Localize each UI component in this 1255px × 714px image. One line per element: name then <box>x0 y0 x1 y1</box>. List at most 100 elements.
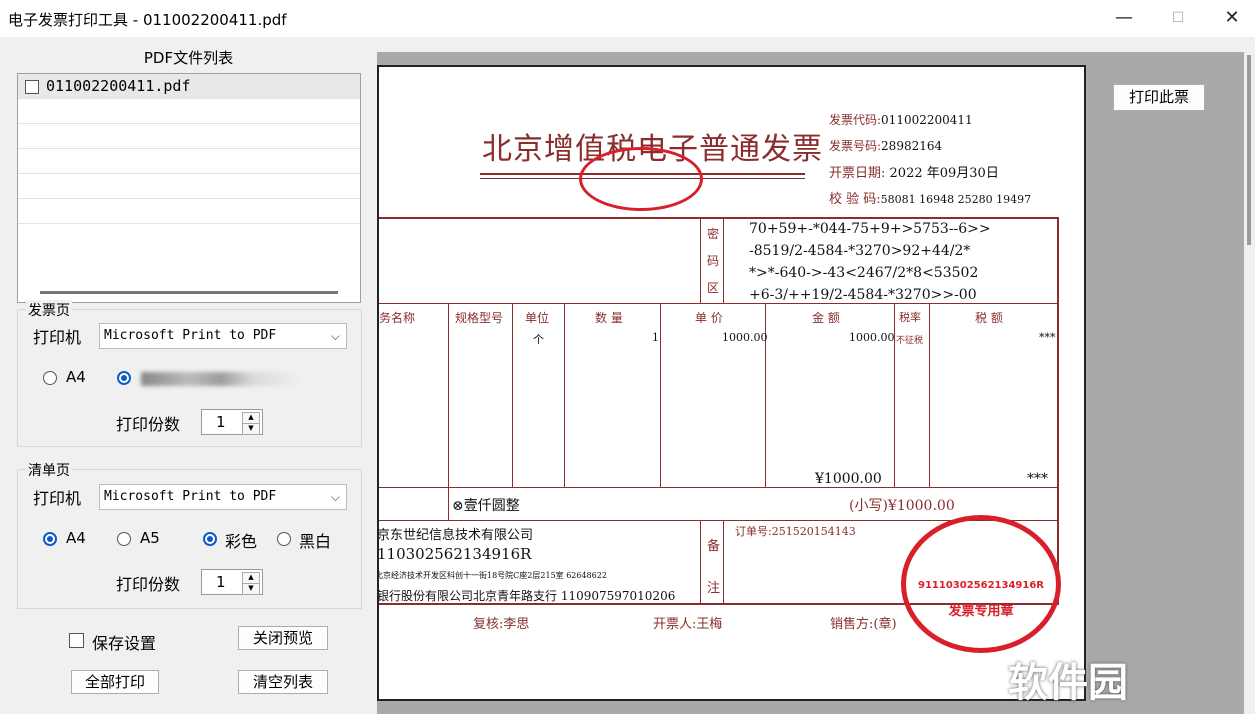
order-number: 订单号:251520154143 <box>735 525 856 538</box>
table-border <box>1057 217 1059 605</box>
paper-blurred-radio[interactable] <box>117 371 131 385</box>
printer-value: Microsoft Print to PDF <box>104 489 277 504</box>
print-this-button[interactable]: 打印此票 <box>1113 84 1205 111</box>
paper-a4-radio[interactable] <box>43 532 57 546</box>
title-bar: 电子发票打印工具 - 011002200411.pdf — ☐ ✕ <box>0 0 1255 37</box>
column-header: 税 额 <box>975 311 1003 325</box>
check-value: 58081 16948 25280 19497 <box>880 193 1032 206</box>
item-checkbox[interactable] <box>25 80 39 94</box>
clear-list-button[interactable]: 清空列表 <box>238 670 328 694</box>
date-value: 2022 年09月30日 <box>889 166 999 181</box>
item-rate: 不征税 <box>896 336 924 346</box>
table-border <box>379 303 1059 304</box>
seller-address: 北京经济技术开发区科创十一街18号院C座2层215室 62648622 <box>377 571 607 580</box>
number-value: 28982164 <box>881 139 943 153</box>
seller-tax-id: 11030256213491​6R <box>377 545 532 563</box>
printer-label: 打印机 <box>33 489 82 508</box>
seller-bank: 银行股份有限公司北京青年路支行 110907597010206 <box>377 589 676 603</box>
total-amount: ¥1000.00 <box>815 471 882 487</box>
table-border <box>929 303 930 487</box>
scrollbar-thumb[interactable] <box>1247 55 1251 245</box>
down-arrow-icon[interactable]: ▼ <box>242 423 260 435</box>
table-border <box>723 217 724 303</box>
date-label: 开票日期: <box>829 166 886 181</box>
copies-stepper[interactable]: 1 ▲ ▼ <box>201 569 263 595</box>
table-border <box>723 520 724 604</box>
maximize-button[interactable]: ☐ <box>1156 4 1200 32</box>
copies-value: 1 <box>216 573 226 591</box>
seller-name: 京东世纪信息技术有限公司 <box>377 528 534 543</box>
total-in-words: ⊗壹仟圆整 <box>452 498 520 514</box>
down-arrow-icon[interactable]: ▼ <box>242 583 260 595</box>
printer-select[interactable]: Microsoft Print to PDF ⌵ <box>99 484 347 510</box>
vertical-scrollbar[interactable] <box>1244 37 1255 714</box>
copies-label: 打印份数 <box>116 415 181 434</box>
settings-panel: PDF文件列表 011002200411.pdf 发票页 打印机 Microso… <box>0 37 377 714</box>
table-border <box>448 303 449 520</box>
close-button[interactable]: ✕ <box>1210 4 1254 32</box>
remark-label: 注 <box>707 581 721 596</box>
watermark-logo: 软件园 <box>1008 660 1128 706</box>
column-header: 数 量 <box>595 311 623 325</box>
seller-stamp-label: 销售方:(章) <box>830 617 897 632</box>
horizontal-scrollbar[interactable] <box>40 291 338 294</box>
paper-a5-label: A5 <box>140 529 160 547</box>
group-title: 清单页 <box>26 460 72 480</box>
group-title: 发票页 <box>26 300 72 320</box>
check-label: 校 验 码: <box>829 192 881 207</box>
file-list[interactable]: 011002200411.pdf <box>17 73 361 303</box>
table-border <box>700 217 701 303</box>
item-tax: *** <box>1039 331 1056 344</box>
minimize-button[interactable]: — <box>1102 4 1146 32</box>
cipher-line: +6-3/++19/2-4584-*3270>>-00 <box>749 287 977 303</box>
total-small: (小写)¥1000.00 <box>849 498 955 514</box>
code-row: 发票代码:011002200411 <box>829 111 973 128</box>
column-header: 务名称 <box>379 311 416 325</box>
cipher-line: 70+59+-*044-75+9+>5753--6>> <box>749 221 991 237</box>
code-value: 011002200411 <box>881 113 973 127</box>
bw-radio[interactable] <box>277 532 291 546</box>
chevron-down-icon: ⌵ <box>330 490 340 504</box>
seller-seal: 91110302562134916R 发票专用章 <box>901 515 1061 653</box>
invoice-page-group: 发票页 打印机 Microsoft Print to PDF ⌵ A4 打印份数… <box>17 300 362 447</box>
save-settings-checkbox[interactable] <box>69 633 84 648</box>
copies-value: 1 <box>216 413 226 431</box>
seal-tax-id: 91110302562134916R <box>918 580 1044 591</box>
printer-label: 打印机 <box>33 328 82 347</box>
paper-a4-radio[interactable] <box>43 371 57 385</box>
column-header: 税率 <box>899 311 921 324</box>
close-preview-button[interactable]: 关闭预览 <box>238 626 328 650</box>
save-settings-label: 保存设置 <box>92 634 157 653</box>
paper-a5-radio[interactable] <box>117 532 131 546</box>
bw-label: 黑白 <box>299 532 332 551</box>
color-radio[interactable] <box>203 532 217 546</box>
list-row-empty <box>18 199 360 224</box>
blurred-option-label <box>141 372 301 386</box>
copies-stepper[interactable]: 1 ▲ ▼ <box>201 409 263 435</box>
print-all-button[interactable]: 全部打印 <box>71 670 159 694</box>
check-row: 校 验 码:58081 16948 25280 19497 <box>829 188 1031 207</box>
column-header: 规格型号 <box>455 311 504 325</box>
number-row: 发票号码:28982164 <box>829 137 942 154</box>
list-row-empty <box>18 99 360 124</box>
table-border <box>512 303 513 487</box>
window-title: 电子发票打印工具 - 011002200411.pdf <box>8 11 287 29</box>
cipher-label: 区 <box>707 281 720 295</box>
list-item[interactable]: 011002200411.pdf <box>18 74 360 99</box>
cipher-label: 码 <box>707 254 720 268</box>
cipher-label: 密 <box>707 227 720 241</box>
date-row: 开票日期: 2022 年09月30日 <box>829 162 999 181</box>
table-border <box>660 303 661 487</box>
item-qty: 1 <box>652 331 659 344</box>
tax-bureau-seal <box>579 147 703 211</box>
printer-select[interactable]: Microsoft Print to PDF ⌵ <box>99 323 347 349</box>
reviewer: 复核:李思 <box>473 617 530 632</box>
paper-a4-label: A4 <box>66 368 86 386</box>
total-tax: *** <box>1027 471 1048 487</box>
list-row-empty <box>18 124 360 149</box>
table-border <box>379 487 1059 488</box>
table-border <box>379 217 1059 219</box>
column-header: 金 额 <box>812 311 840 325</box>
item-unit: 个 <box>533 333 544 346</box>
column-header: 单位 <box>525 311 550 325</box>
